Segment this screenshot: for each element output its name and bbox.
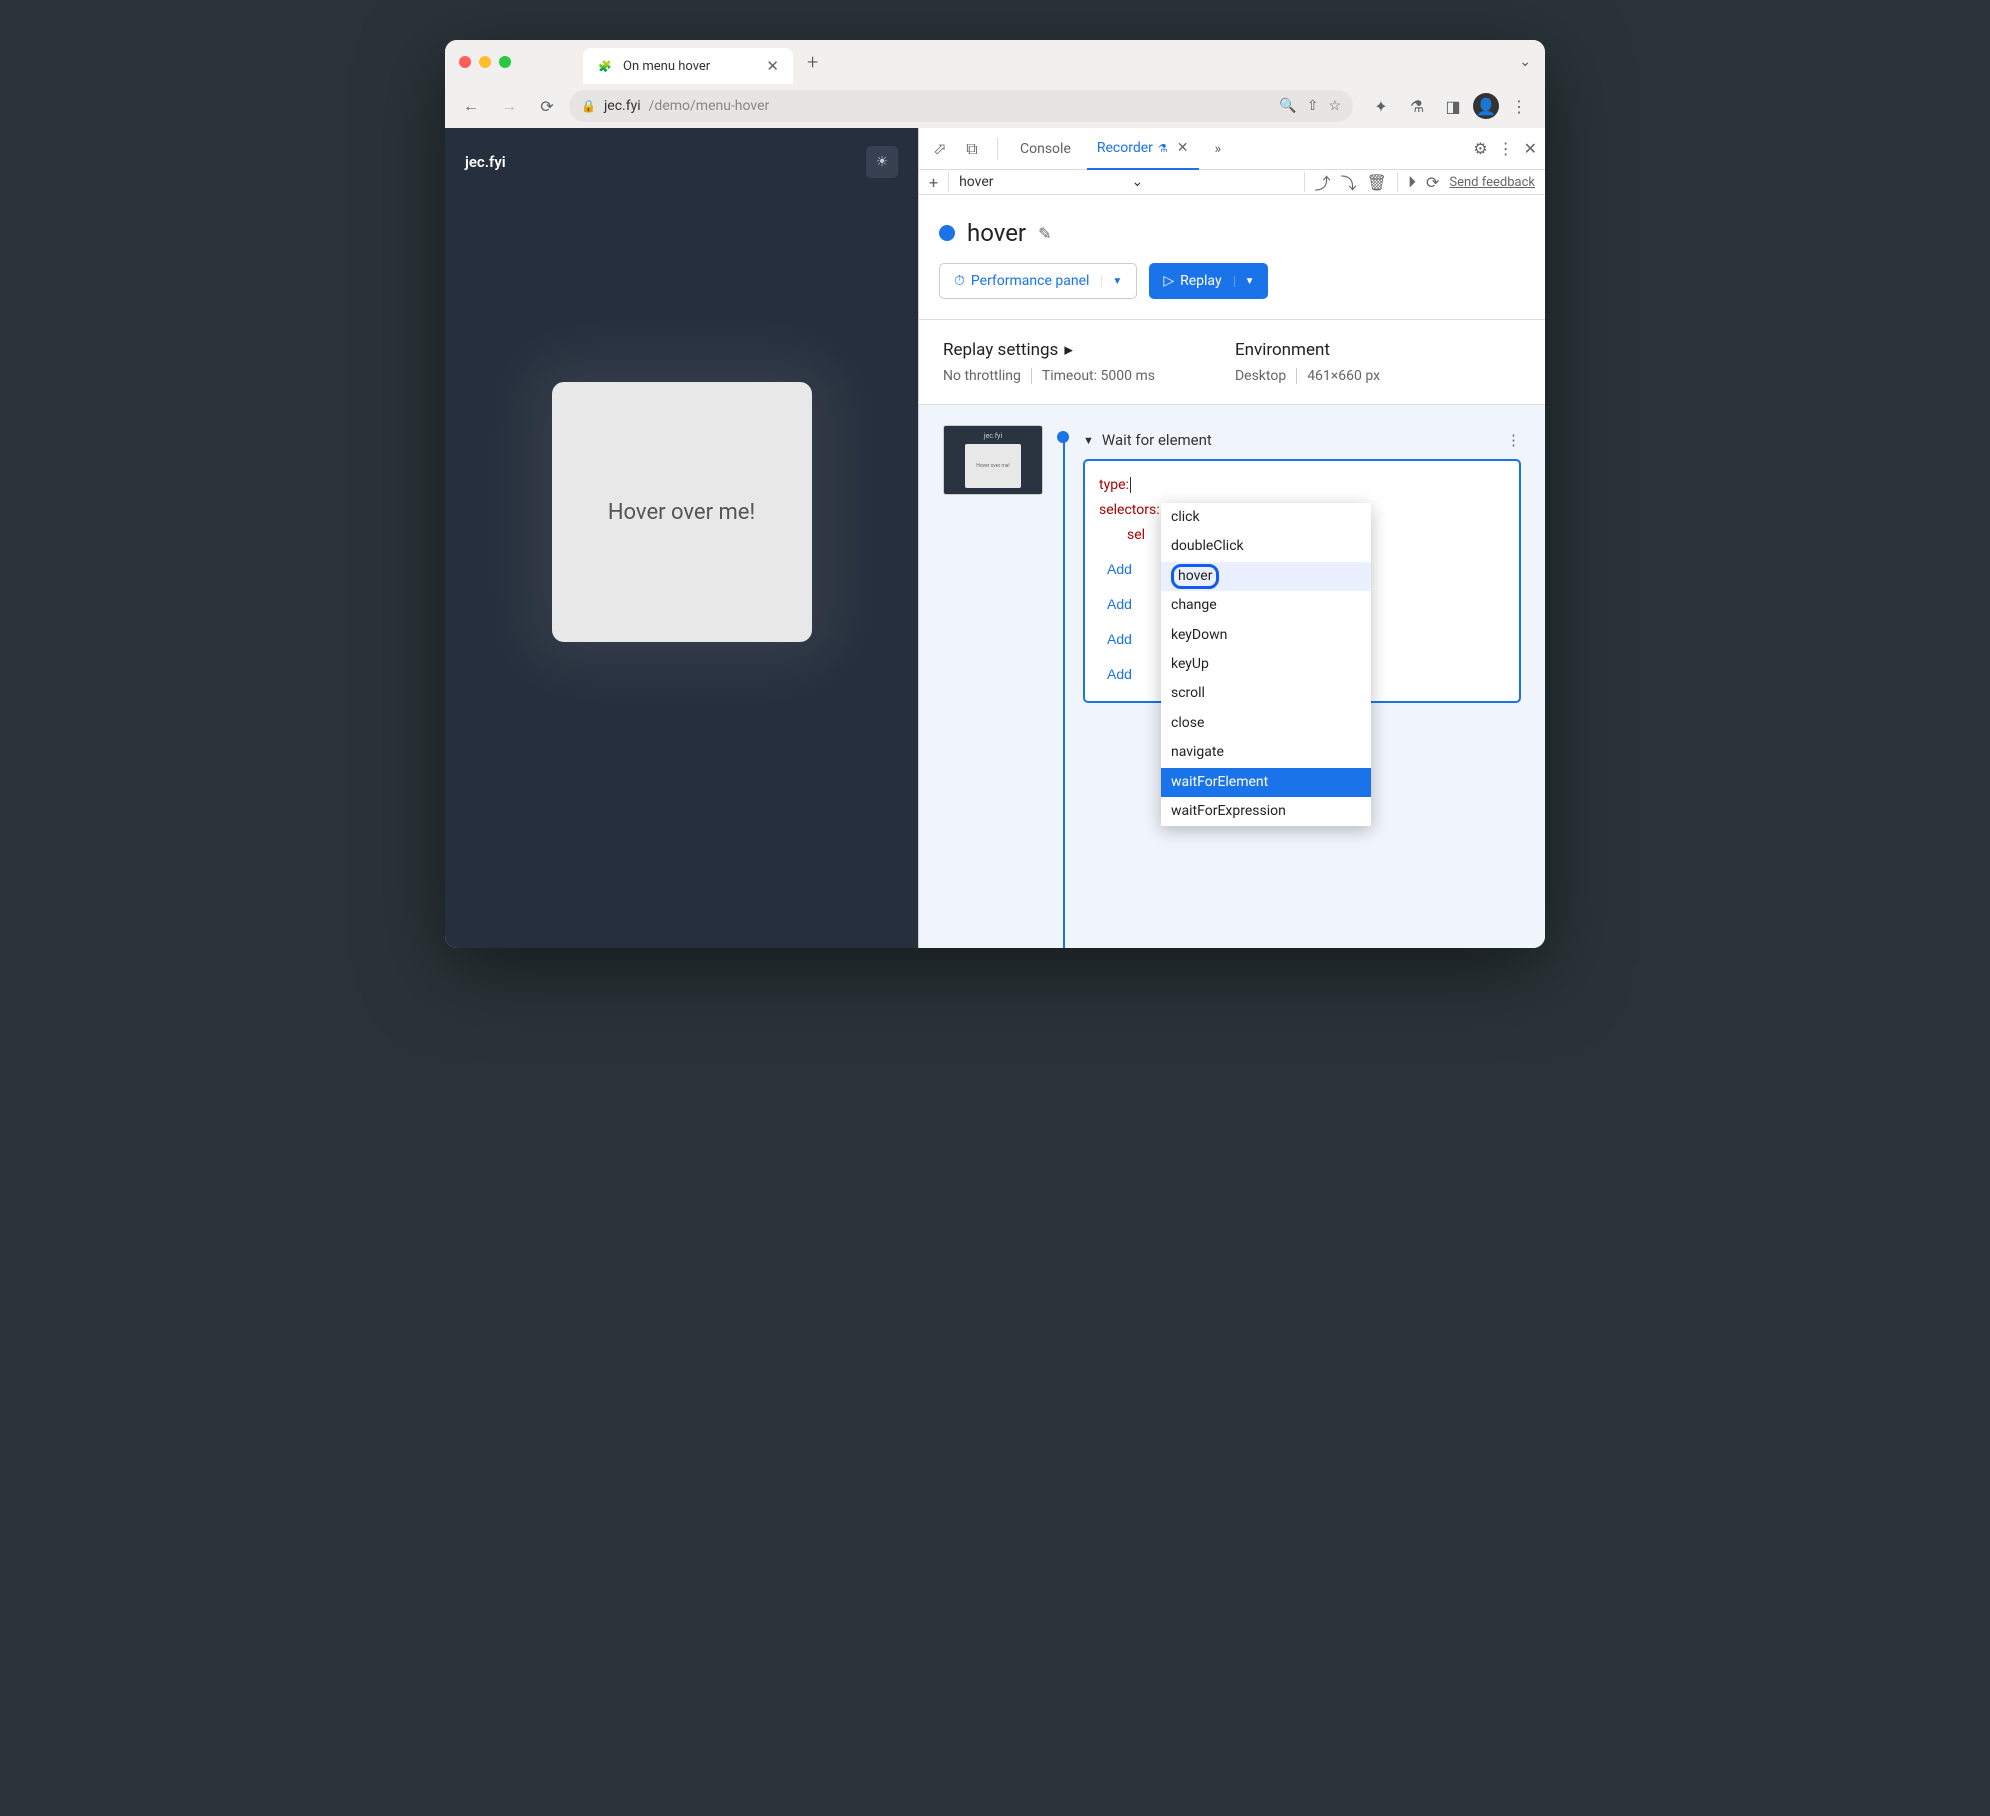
menu-item-navigate[interactable]: navigate bbox=[1161, 738, 1371, 767]
labs-icon[interactable]: ⚗ bbox=[1401, 90, 1433, 122]
close-tab-icon[interactable]: ✕ bbox=[766, 57, 779, 75]
dimensions-value: 461×660 px bbox=[1296, 368, 1380, 384]
lock-icon: 🔒 bbox=[581, 99, 596, 113]
step-editor[interactable]: type: selectors: sel Add Add Add Add cli… bbox=[1083, 459, 1521, 703]
back-button[interactable]: ← bbox=[455, 90, 487, 122]
feedback-link[interactable]: Send feedback bbox=[1449, 175, 1535, 190]
tabs-overflow[interactable]: » bbox=[1205, 128, 1232, 170]
devtools-tabs: ⬀ ⧉ Console Recorder⚗✕ » ⚙ ⋮ ✕ bbox=[919, 128, 1545, 170]
add-recording-icon[interactable]: + bbox=[929, 173, 938, 192]
collapse-icon[interactable]: ▼ bbox=[1083, 434, 1094, 447]
close-window-icon[interactable] bbox=[459, 56, 471, 68]
favicon-icon: 🧩 bbox=[597, 58, 613, 74]
account-icon[interactable]: 👤 bbox=[1473, 93, 1499, 119]
edit-title-icon[interactable]: ✎ bbox=[1038, 224, 1051, 243]
bookmark-icon[interactable]: ☆ bbox=[1328, 98, 1341, 114]
recording-title-row: hover ✎ bbox=[919, 195, 1545, 263]
close-panel-icon[interactable]: ✕ bbox=[1177, 140, 1189, 156]
menu-item-scroll[interactable]: scroll bbox=[1161, 679, 1371, 708]
menu-item-close[interactable]: close bbox=[1161, 709, 1371, 738]
recording-select[interactable]: hover⌄ bbox=[959, 174, 1143, 190]
traffic-lights bbox=[459, 56, 511, 68]
new-tab-button[interactable]: + bbox=[807, 50, 818, 74]
browser-window: 🧩 On menu hover ✕ + ⌄ ← → ⟳ 🔒 jec.fyi/de… bbox=[445, 40, 1545, 948]
menu-item-doubleclick[interactable]: doubleClick bbox=[1161, 532, 1371, 561]
step-thumbnail: jec.fyi Hover over me! bbox=[943, 425, 1043, 495]
step-icon[interactable]: ⏵ bbox=[1408, 172, 1416, 192]
slow-icon[interactable]: ⟳ bbox=[1426, 173, 1439, 192]
url-host: jec.fyi bbox=[604, 98, 641, 114]
zoom-icon[interactable]: 🔍 bbox=[1279, 98, 1296, 114]
tab-title: On menu hover bbox=[623, 59, 710, 74]
page-content: jec.fyi ☀ Hover over me! bbox=[445, 128, 918, 948]
import-icon[interactable]: ⤵ bbox=[1341, 170, 1357, 194]
replay-button[interactable]: ▷ Replay▼ bbox=[1149, 263, 1268, 299]
close-devtools-icon[interactable]: ✕ bbox=[1524, 139, 1537, 158]
titlebar: 🧩 On menu hover ✕ + ⌄ bbox=[445, 40, 1545, 84]
recording-dot-icon bbox=[939, 225, 955, 241]
throttle-value: No throttling bbox=[943, 368, 1021, 384]
recorder-toolbar: + hover⌄ ⤴ ⤵ 🗑 ⏵ ⟳ Send feedback bbox=[919, 170, 1545, 195]
theme-toggle[interactable]: ☀ bbox=[866, 146, 898, 178]
menu-icon[interactable]: ⋮ bbox=[1503, 90, 1535, 122]
maximize-window-icon[interactable] bbox=[499, 56, 511, 68]
menu-item-click[interactable]: click bbox=[1161, 503, 1371, 532]
type-input[interactable] bbox=[1129, 477, 1131, 493]
share-icon[interactable]: ⇧ bbox=[1307, 98, 1319, 114]
steps-area: jec.fyi Hover over me! ▼Wait for element… bbox=[919, 404, 1545, 948]
hover-target[interactable]: Hover over me! bbox=[552, 382, 812, 642]
flask-icon: ⚗ bbox=[1158, 142, 1168, 155]
performance-panel-button[interactable]: ⏱ Performance panel▼ bbox=[939, 263, 1137, 299]
delete-icon[interactable]: 🗑 bbox=[1367, 173, 1387, 192]
site-name: jec.fyi bbox=[465, 153, 506, 171]
menu-item-change[interactable]: change bbox=[1161, 591, 1371, 620]
device-value: Desktop bbox=[1235, 368, 1286, 384]
url-path: /demo/menu-hover bbox=[649, 98, 770, 114]
menu-item-waitforexpression[interactable]: waitForExpression bbox=[1161, 797, 1371, 826]
chevron-down-icon[interactable]: ▼ bbox=[1234, 276, 1255, 287]
tabs-overflow-icon[interactable]: ⌄ bbox=[1519, 54, 1531, 70]
reload-button[interactable]: ⟳ bbox=[531, 90, 563, 122]
address-bar[interactable]: 🔒 jec.fyi/demo/menu-hover 🔍 ⇧ ☆ bbox=[569, 90, 1353, 122]
timeout-value: Timeout: 5000 ms bbox=[1031, 368, 1155, 384]
add-button[interactable]: Add bbox=[1099, 660, 1140, 689]
device-icon[interactable]: ⧉ bbox=[959, 136, 985, 162]
settings-section: Replay settings ▸ No throttling Timeout: … bbox=[919, 319, 1545, 404]
sidepanel-icon[interactable]: ◨ bbox=[1437, 90, 1469, 122]
browser-tab[interactable]: 🧩 On menu hover ✕ bbox=[583, 48, 793, 84]
menu-item-hover[interactable]: hover bbox=[1161, 562, 1371, 591]
recording-title: hover bbox=[967, 219, 1026, 247]
inspect-icon[interactable]: ⬀ bbox=[927, 136, 953, 162]
extensions-icon[interactable]: ✦ bbox=[1365, 90, 1397, 122]
tab-recorder[interactable]: Recorder⚗✕ bbox=[1087, 128, 1199, 170]
type-autocomplete-menu: click doubleClick hover change keyDown k… bbox=[1161, 503, 1371, 826]
environment-heading: Environment bbox=[1235, 340, 1380, 360]
menu-item-keyup[interactable]: keyUp bbox=[1161, 650, 1371, 679]
chevron-right-icon: ▸ bbox=[1064, 340, 1073, 360]
devtools-panel: ⬀ ⧉ Console Recorder⚗✕ » ⚙ ⋮ ✕ + hover⌄ … bbox=[918, 128, 1545, 948]
chevron-down-icon[interactable]: ▼ bbox=[1101, 276, 1122, 287]
add-button[interactable]: Add bbox=[1099, 625, 1140, 654]
add-button[interactable]: Add bbox=[1099, 590, 1140, 619]
url-actions: 🔍 ⇧ ☆ bbox=[1279, 98, 1341, 114]
step-menu-icon[interactable]: ⋮ bbox=[1506, 431, 1521, 449]
tab-console[interactable]: Console bbox=[1010, 128, 1081, 170]
settings-icon[interactable]: ⚙ bbox=[1473, 139, 1487, 158]
menu-item-keydown[interactable]: keyDown bbox=[1161, 621, 1371, 650]
export-icon[interactable]: ⤴ bbox=[1315, 170, 1331, 194]
forward-button: → bbox=[493, 90, 525, 122]
step-wait-for-element[interactable]: ▼Wait for element⋮ type: selectors: sel … bbox=[1083, 425, 1521, 703]
add-button[interactable]: Add bbox=[1099, 555, 1140, 584]
minimize-window-icon[interactable] bbox=[479, 56, 491, 68]
more-icon[interactable]: ⋮ bbox=[1498, 139, 1514, 158]
replay-settings-heading[interactable]: Replay settings ▸ bbox=[943, 340, 1155, 360]
menu-item-waitforelement[interactable]: waitForElement bbox=[1161, 768, 1371, 797]
timeline-line bbox=[1063, 433, 1065, 948]
browser-toolbar: ← → ⟳ 🔒 jec.fyi/demo/menu-hover 🔍 ⇧ ☆ ✦ … bbox=[445, 84, 1545, 128]
